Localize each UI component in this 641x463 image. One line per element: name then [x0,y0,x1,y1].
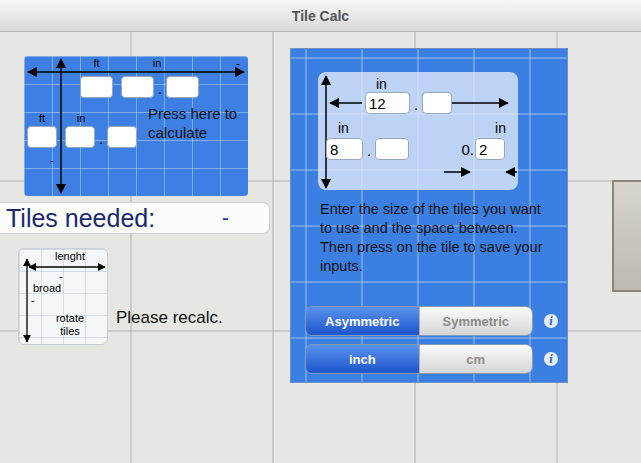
height-mark: - [50,154,144,166]
tile-wall: ftin-.ftin.-Press here to calculateTiles… [0,32,641,383]
wall-picture [612,180,641,292]
unit-label: in [66,112,96,124]
separator: . [158,80,162,98]
calculate-hint[interactable]: Press here to calculate [148,104,238,166]
tile-width-fields: . [365,92,518,114]
tile-height-field[interactable] [375,138,409,160]
width-mark: - [236,57,248,71]
tile-height-field[interactable] [326,138,363,160]
window-title: Tile Calc [292,8,349,24]
separator: . [99,130,103,148]
height-field[interactable] [107,126,137,148]
result-bar: Tiles needed: - [0,202,270,234]
width-fields: . [80,76,248,98]
gap-prefix: 0. [461,140,474,160]
broad-label: broad [33,282,107,294]
tile-width-field[interactable] [365,92,410,114]
layout-mode-control: AsymmetricSymmetric [305,306,533,336]
tile-panel: in. in in. 0. Enter the size of the tiles yo… [290,48,568,383]
rotate-label: rotate tiles [48,312,92,338]
gap-field-group: 0. [461,138,505,160]
unit-option[interactable]: cm [419,345,533,373]
height-labels: ftin [24,112,144,124]
info-icon[interactable]: i [544,314,558,328]
instructions: Enter the size of the tiles you want to … [320,200,553,276]
gap-unit: in [495,120,506,136]
width-labels: ftin - [24,56,248,71]
length-value: - [59,270,107,282]
rotate-button[interactable]: lenght -broad- rotate tiles [18,248,108,345]
height-field[interactable] [65,126,95,148]
instruction-line: Enter the size of the tiles you want to … [320,200,553,238]
title-bar: Tile Calc [0,0,641,32]
unit-label: ft [27,112,57,124]
separator: . [367,142,371,160]
height-fields: . [24,126,144,148]
recalc-message: Please recalc. [116,308,223,345]
tile-calc-app: Tile Calcftin-.ftin.-Press here to calcu… [0,0,641,463]
tile-size-box[interactable]: in. in in. 0. [318,72,518,190]
unit-control: inchcm [305,344,533,374]
layout-mode-option[interactable]: Symmetric [419,307,533,335]
width-field[interactable] [166,76,199,98]
tile-width-field[interactable] [422,92,452,114]
layout-mode-row: AsymmetricSymmetric i [305,306,567,336]
broad-value: - [31,294,107,306]
unit-option[interactable]: inch [306,345,419,373]
unit-row: inchcmi [305,344,567,374]
instruction-line: Then press on the tile to save your inpu… [320,238,553,276]
width-field[interactable] [121,76,154,98]
tile-height-fields: . [326,138,409,160]
length-label: lenght [55,250,85,262]
width-unit: in [376,76,387,92]
result-value: - [222,205,229,231]
width-field[interactable] [80,76,113,98]
height-field[interactable] [27,126,57,148]
left-column: ftin-.ftin.-Press here to calculateTiles… [0,48,270,345]
result-label: Tiles needed: [6,204,155,233]
area-panel[interactable]: ftin-.ftin.-Press here to calculate [24,56,248,196]
separator: . [414,96,418,114]
unit-label: ft [80,57,113,71]
layout-mode-option[interactable]: Asymmetric [306,307,419,335]
height-unit: in [338,120,349,136]
info-icon[interactable]: i [544,352,558,366]
unit-label: in [121,57,193,71]
gap-field[interactable] [475,138,505,160]
